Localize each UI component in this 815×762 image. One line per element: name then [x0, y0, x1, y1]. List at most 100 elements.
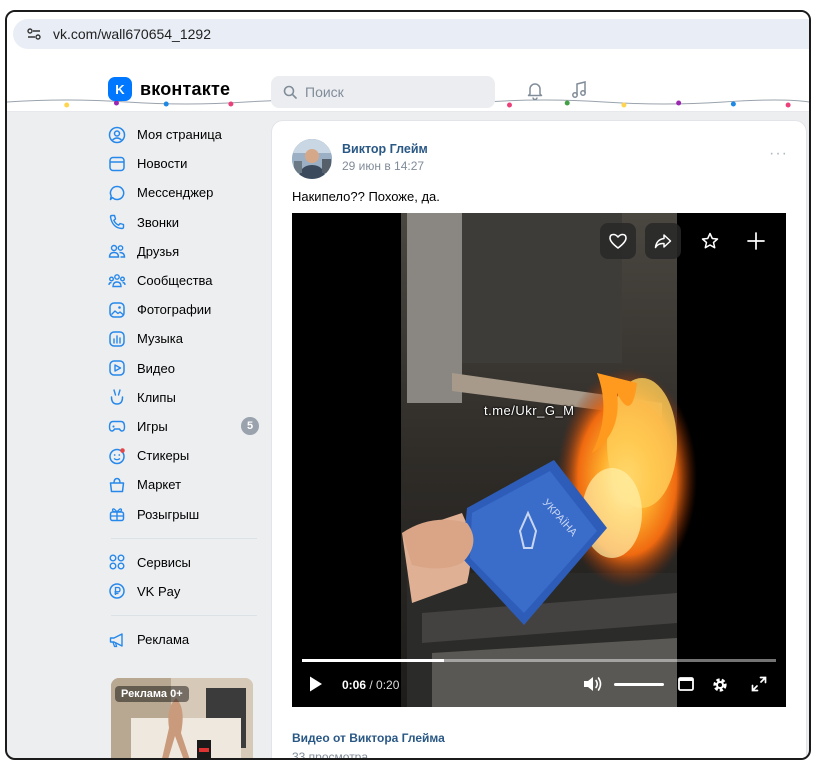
- post-more-menu[interactable]: ···: [769, 145, 788, 163]
- sidebar-item-giveaway[interactable]: Розыгрыш: [107, 499, 259, 528]
- megaphone-icon: [107, 630, 127, 650]
- browser-toolbar: vk.com/wall670654_1292: [7, 12, 809, 54]
- services-icon: [107, 552, 127, 572]
- sidebar-item-label: Клипы: [137, 389, 176, 405]
- sidebar-item-games[interactable]: Игры 5: [107, 412, 259, 441]
- sidebar-item-label: Маркет: [137, 477, 182, 493]
- sidebar-item-services[interactable]: Сервисы: [107, 548, 259, 577]
- site-settings-icon[interactable]: [25, 25, 43, 43]
- sidebar-item-video[interactable]: Видео: [107, 354, 259, 383]
- sidebar-ad-banner[interactable]: Реклама 0+: [111, 678, 253, 758]
- sidebar-item-label: Фотографии: [137, 302, 212, 318]
- gear-icon: [713, 678, 727, 692]
- volume-slider[interactable]: [614, 683, 664, 686]
- post-date[interactable]: 29 июн в 14:27: [342, 159, 424, 173]
- sidebar-item-label: Сообщества: [137, 273, 213, 289]
- video-frame: УКРАЇНА: [292, 213, 786, 707]
- fullscreen-button[interactable]: [750, 675, 768, 693]
- url-text[interactable]: vk.com/wall670654_1292: [53, 26, 211, 42]
- sidebar-item-label: Игры: [137, 418, 168, 434]
- news-icon: [107, 154, 127, 174]
- heart-icon: [609, 233, 627, 249]
- music-icon: [107, 329, 127, 349]
- total-time: / 0:20: [369, 678, 400, 692]
- plus-icon: [747, 232, 765, 250]
- video-watermark: t.me/Ukr_G_M: [484, 403, 575, 418]
- video-progress-fill: [302, 659, 445, 662]
- video-controls: 0:06 / 0:20: [292, 671, 786, 699]
- sidebar-item-label: Звонки: [137, 214, 179, 230]
- volume-button[interactable]: [582, 675, 604, 693]
- sidebar-item-calls[interactable]: Звонки: [107, 208, 259, 237]
- sidebar-item-communities[interactable]: Сообщества: [107, 266, 259, 295]
- stickers-icon: [107, 446, 127, 466]
- current-time: 0:06: [342, 678, 367, 692]
- post-author-name[interactable]: Виктор Глейм: [342, 142, 428, 156]
- vk-logo[interactable]: K вконтакте: [108, 77, 230, 101]
- left-sidebar: Моя страница Новости Мессенджер Звонки Д…: [107, 120, 259, 654]
- sidebar-item-label: Видео: [137, 360, 175, 376]
- add-video-button[interactable]: [738, 223, 774, 259]
- search-input[interactable]: Поиск: [271, 76, 495, 108]
- sidebar-item-ads[interactable]: Реклама: [107, 625, 259, 654]
- sidebar-item-friends[interactable]: Друзья: [107, 237, 259, 266]
- message-icon: [107, 183, 127, 203]
- sidebar-item-label: Сервисы: [137, 554, 191, 570]
- sidebar-item-vk-pay[interactable]: VK Pay: [107, 577, 259, 606]
- sidebar-item-label: Розыгрыш: [137, 506, 200, 522]
- vkpay-icon: [107, 581, 127, 601]
- sidebar-item-messenger[interactable]: Мессенджер: [107, 178, 259, 207]
- search-icon: [283, 85, 297, 99]
- mini-player-button[interactable]: [677, 675, 695, 693]
- user-circle-icon: [107, 125, 127, 145]
- video-progress-bar[interactable]: [302, 659, 776, 662]
- play-button[interactable]: [308, 675, 324, 693]
- vk-header: K вконтакте Поиск: [7, 54, 809, 112]
- ad-label: Реклама 0+: [115, 686, 189, 702]
- vk-logo-text: вконтакте: [140, 78, 231, 99]
- search-placeholder: Поиск: [305, 84, 344, 100]
- author-avatar[interactable]: [292, 139, 332, 179]
- wall-post: Виктор Глейм 29 июн в 14:27 ··· Накипело…: [271, 120, 807, 760]
- sidebar-item-label: Мессенджер: [137, 185, 214, 201]
- favorite-video-button[interactable]: [692, 223, 728, 259]
- notifications-bell-icon[interactable]: [525, 80, 545, 105]
- sidebar-item-my-page[interactable]: Моя страница: [107, 120, 259, 149]
- sidebar-item-label: Реклама: [137, 632, 190, 648]
- sidebar-item-stickers[interactable]: Стикеры: [107, 441, 259, 470]
- sidebar-divider: [111, 537, 257, 539]
- sidebar-item-market[interactable]: Маркет: [107, 470, 259, 499]
- video-player[interactable]: УКРАЇНА t.me/Ukr_G_M 0:06 / 0:20: [292, 213, 786, 707]
- sidebar-item-label: Моя страница: [137, 127, 222, 143]
- sidebar-item-photos[interactable]: Фотографии: [107, 295, 259, 324]
- share-icon: [654, 234, 672, 249]
- sidebar-item-label: Друзья: [137, 243, 180, 259]
- video-views-count: 33 просмотра: [292, 750, 369, 760]
- clips-icon: [107, 387, 127, 407]
- video-time: 0:06 / 0:20: [342, 678, 399, 692]
- gift-icon: [107, 504, 127, 524]
- sidebar-item-label: Новости: [137, 156, 188, 172]
- like-video-button[interactable]: [600, 223, 636, 259]
- expand-icon: [751, 676, 767, 692]
- sidebar-item-news[interactable]: Новости: [107, 149, 259, 178]
- sidebar-item-label: Стикеры: [137, 448, 190, 464]
- music-note-icon[interactable]: [569, 80, 589, 105]
- sidebar-divider: [111, 615, 257, 616]
- games-icon: [107, 416, 127, 436]
- video-title-link[interactable]: Видео от Виктора Глейма: [292, 731, 445, 745]
- settings-button[interactable]: [710, 675, 730, 695]
- post-text: Накипело?? Похоже, да.: [292, 189, 440, 204]
- vk-logo-icon: K: [108, 77, 132, 101]
- photo-icon: [107, 300, 127, 320]
- video-icon: [107, 358, 127, 378]
- star-icon: [701, 232, 719, 249]
- sidebar-item-clips[interactable]: Клипы: [107, 383, 259, 412]
- play-icon: [310, 676, 322, 692]
- sidebar-item-music[interactable]: Музыка: [107, 324, 259, 353]
- share-video-button[interactable]: [645, 223, 681, 259]
- browser-window: vk.com/wall670654_1292 K вконтакте Поиск…: [5, 10, 811, 760]
- market-icon: [107, 475, 127, 495]
- games-count-badge: 5: [241, 417, 259, 436]
- address-bar[interactable]: vk.com/wall670654_1292: [13, 19, 809, 49]
